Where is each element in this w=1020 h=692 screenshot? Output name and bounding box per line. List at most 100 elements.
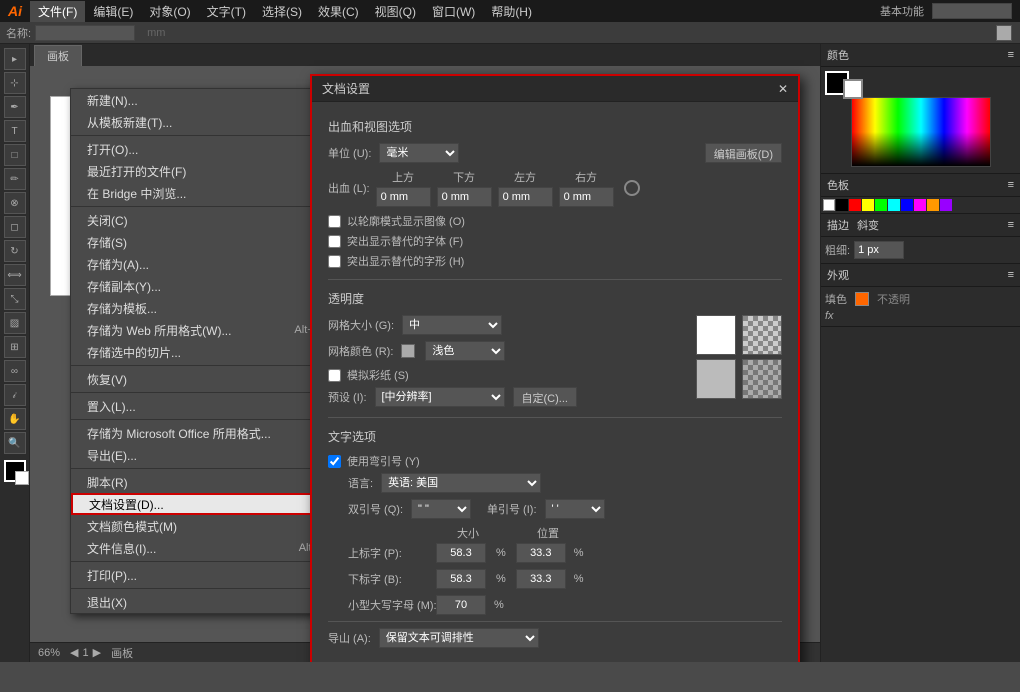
- link-bleed-icon[interactable]: [624, 180, 640, 196]
- preset-label: 预设 (I):: [328, 389, 367, 405]
- subscript-size-pct: %: [496, 573, 506, 585]
- reflect-tool[interactable]: ⟺: [4, 264, 26, 286]
- panel-menu-icon[interactable]: ≡: [1008, 49, 1014, 61]
- bleed-top-group: 上方: [376, 169, 431, 207]
- language-select[interactable]: 英语: 美国 中文: [381, 473, 541, 493]
- swatches-menu-icon[interactable]: ≡: [1008, 179, 1014, 191]
- fx-icon[interactable]: fx: [825, 310, 834, 322]
- text-tool[interactable]: T: [4, 120, 26, 142]
- bleed-left-input[interactable]: [498, 187, 553, 207]
- col-headers-row: 大小 位置: [348, 525, 782, 541]
- simulate-paper-label: 模拟彩纸 (S): [347, 367, 409, 383]
- text-options-title: 文字选项: [328, 428, 782, 445]
- zoom-tool[interactable]: 🔍: [4, 432, 26, 454]
- bleed-right-input[interactable]: [559, 187, 614, 207]
- fill-row: 填色 不透明: [825, 291, 1016, 307]
- preset-select[interactable]: [中分辨率] [低分辨率] [高分辨率]: [375, 387, 505, 407]
- direct-select-tool[interactable]: ⊹: [4, 72, 26, 94]
- double-quote-select[interactable]: " ": [411, 499, 471, 519]
- subscript-size-input[interactable]: [436, 569, 486, 589]
- swatch-orange[interactable]: [927, 199, 939, 211]
- stroke-menu-icon[interactable]: ≡: [1008, 219, 1014, 231]
- eyedropper-tool[interactable]: 𝒾: [4, 384, 26, 406]
- pen-tool[interactable]: ✒: [4, 96, 26, 118]
- swatch-black[interactable]: [836, 199, 848, 211]
- grid-color-select[interactable]: 浅色 深色: [425, 341, 505, 361]
- unit-select[interactable]: 毫米 像素 厘米: [379, 143, 459, 163]
- swatch-red[interactable]: [849, 199, 861, 211]
- highlight-fonts-row: 突出显示替代的字体 (F): [328, 233, 782, 249]
- fill-color-swatch[interactable]: [855, 292, 869, 306]
- small-caps-label: 小型大写字母 (M):: [348, 597, 428, 613]
- menu-object[interactable]: 对象(O): [141, 1, 198, 22]
- swatch-cyan[interactable]: [888, 199, 900, 211]
- single-quote-label: 单引号 (I):: [487, 501, 537, 517]
- menu-view[interactable]: 视图(Q): [367, 1, 424, 22]
- pencil-tool[interactable]: ✏: [4, 168, 26, 190]
- fill-color[interactable]: [4, 460, 26, 482]
- shape-tool[interactable]: □: [4, 144, 26, 166]
- dialog-close-btn[interactable]: ✕: [778, 82, 788, 96]
- canvas-tab[interactable]: 画板: [34, 45, 82, 66]
- dialog-title: 文档设置: [322, 80, 370, 97]
- rotate-tool[interactable]: ↻: [4, 240, 26, 262]
- artboard-name-input[interactable]: [35, 25, 135, 41]
- export-label: 导山 (A):: [328, 630, 371, 646]
- outline-mode-checkbox[interactable]: [328, 215, 341, 228]
- menu-text[interactable]: 文字(T): [199, 1, 254, 22]
- superscript-pos-input[interactable]: [516, 543, 566, 563]
- stroke-swatch[interactable]: [843, 79, 863, 99]
- stroke-weight-input[interactable]: [854, 241, 904, 259]
- smart-quotes-checkbox[interactable]: [328, 455, 341, 468]
- search-input[interactable]: [932, 3, 1012, 19]
- language-row: 语言: 英语: 美国 中文: [348, 473, 782, 493]
- bleed-bottom-label: 下方: [453, 169, 475, 185]
- left-toolbar: ▸ ⊹ ✒ T □ ✏ ⊗ ◻ ↻ ⟺ ⤡ ▨ ⊞ ∞ 𝒾 ✋ 🔍: [0, 44, 30, 662]
- smart-quotes-label: 使用弯引号 (Y): [347, 453, 420, 469]
- menu-file[interactable]: 文件(F): [30, 1, 85, 22]
- edit-canvas-btn[interactable]: 编辑画板(D): [705, 143, 782, 163]
- rotate-icon[interactable]: [996, 25, 1012, 41]
- swatch-magenta[interactable]: [914, 199, 926, 211]
- stroke-weight-row: 粗细:: [825, 241, 1016, 259]
- swatch-blue[interactable]: [901, 199, 913, 211]
- divider-1: [328, 279, 782, 280]
- paint-tool[interactable]: ⊗: [4, 192, 26, 214]
- swatch-white[interactable]: [823, 199, 835, 211]
- scale-tool[interactable]: ⤡: [4, 288, 26, 310]
- eraser-tool[interactable]: ◻: [4, 216, 26, 238]
- single-quote-select[interactable]: ' ': [545, 499, 605, 519]
- swatch-purple[interactable]: [940, 199, 952, 211]
- selection-tool[interactable]: ▸: [4, 48, 26, 70]
- menu-select[interactable]: 选择(S): [254, 1, 310, 22]
- appearance-menu-icon[interactable]: ≡: [1008, 269, 1014, 281]
- color-panel-header: 颜色 ≡: [821, 44, 1020, 67]
- export-select[interactable]: 保留文本可调排性: [379, 628, 539, 648]
- menu-help[interactable]: 帮助(H): [483, 1, 540, 22]
- grid-preview-2: [696, 359, 782, 399]
- swatch-yellow[interactable]: [862, 199, 874, 211]
- subscript-pos-input[interactable]: [516, 569, 566, 589]
- highlight-glyphs-checkbox[interactable]: [328, 255, 341, 268]
- blend-tool[interactable]: ∞: [4, 360, 26, 382]
- bleed-bottom-input[interactable]: [437, 187, 492, 207]
- gradient-tool[interactable]: ▨: [4, 312, 26, 334]
- secondary-toolbar: 名称: mm: [0, 22, 1020, 44]
- swatch-green[interactable]: [875, 199, 887, 211]
- custom-btn[interactable]: 自定(C)...: [513, 387, 577, 407]
- menu-effect[interactable]: 效果(C): [310, 1, 367, 22]
- menu-window[interactable]: 窗口(W): [424, 1, 483, 22]
- main-layout: ▸ ⊹ ✒ T □ ✏ ⊗ ◻ ↻ ⟺ ⤡ ▨ ⊞ ∞ 𝒾 ✋ 🔍 画板 66%: [0, 44, 1020, 662]
- outline-mode-label: 以轮廓模式显示图像 (O): [347, 213, 465, 229]
- grid-size-select[interactable]: 中 小 大: [402, 315, 502, 335]
- superscript-size-input[interactable]: [436, 543, 486, 563]
- simulate-paper-checkbox[interactable]: [328, 369, 341, 382]
- grid-color-label: 网格颜色 (R):: [328, 343, 393, 359]
- mesh-tool[interactable]: ⊞: [4, 336, 26, 358]
- menu-edit[interactable]: 编辑(E): [85, 1, 141, 22]
- bleed-top-input[interactable]: [376, 187, 431, 207]
- highlight-fonts-checkbox[interactable]: [328, 235, 341, 248]
- color-spectrum[interactable]: [851, 97, 991, 167]
- small-caps-input[interactable]: [436, 595, 486, 615]
- hand-tool[interactable]: ✋: [4, 408, 26, 430]
